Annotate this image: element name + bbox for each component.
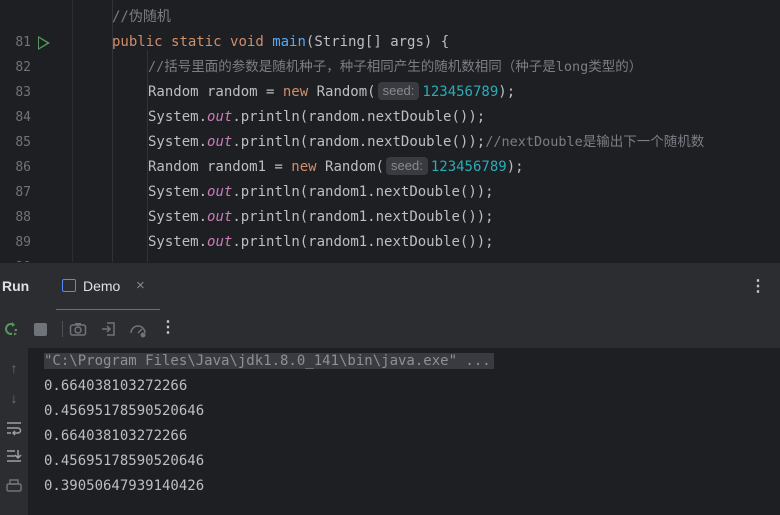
line-number: 90	[0, 255, 31, 262]
code-text: System.	[148, 209, 208, 225]
down-arrow-icon[interactable]: ↓	[4, 390, 24, 408]
code-text: Random(	[308, 84, 376, 100]
exit-icon[interactable]	[100, 320, 118, 338]
comment: //伪随机	[112, 9, 171, 25]
code-text: .println(random.nextDouble());	[232, 134, 486, 150]
up-arrow-icon[interactable]: ↑	[4, 360, 24, 378]
more-options-icon[interactable]: ⋮	[750, 276, 766, 296]
code-line: 87 Random random1 = new Random(seed: 1234…	[0, 155, 780, 200]
statement: System.out.println(random1.nextDouble())…	[148, 230, 494, 255]
code-text: System.	[148, 109, 208, 125]
code-text: .println(random.nextDouble());	[232, 109, 486, 125]
method-name: main	[272, 34, 306, 50]
code-text: );	[498, 84, 516, 100]
code-line: 83 //括号里面的参数是随机种子，种子相同产生的随机数相同（种子是long类型…	[0, 55, 780, 100]
code-text: .println(random1.nextDouble());	[232, 184, 494, 200]
print-icon[interactable]	[4, 478, 24, 496]
soft-wrap-icon[interactable]	[4, 420, 24, 438]
code-text: );	[506, 159, 524, 175]
parameter-hint: seed:	[386, 157, 428, 175]
statement: Random random1 = new Random(seed: 1234567…	[148, 155, 524, 180]
keyword: new	[282, 84, 309, 100]
camera-icon[interactable]	[69, 320, 87, 338]
console-output-line: 0.45695178590520646	[44, 453, 205, 469]
statement: System.out.println(random1.nextDouble())…	[148, 205, 494, 230]
code-text: Random random1 =	[148, 159, 292, 175]
code-text: Random(	[316, 159, 385, 175]
method-signature: (String[] args) {	[305, 34, 450, 50]
toolbar-separator	[62, 321, 63, 337]
number-literal: 123456789	[430, 159, 507, 175]
code-editor[interactable]: 81 //伪随机 82 public static void main(Stri…	[0, 0, 780, 262]
static-field: out	[207, 109, 233, 125]
statement: System.out.println(random.nextDouble());…	[148, 130, 704, 155]
settings-icon[interactable]	[129, 320, 147, 338]
statement: Random random = new Random(seed: 12345678…	[148, 80, 515, 105]
code-line: 85 System.out.println(random.nextDouble(…	[0, 105, 780, 150]
number-literal: 123456789	[422, 84, 499, 100]
comment: //nextDouble是输出下一个随机数	[485, 134, 705, 150]
tab-label: Demo	[83, 278, 121, 294]
code-line: 90 System.out.println(random1.nextDouble…	[0, 230, 780, 262]
keyword: public	[112, 34, 163, 50]
code-line: 81 //伪随机	[0, 5, 780, 50]
keyword: new	[291, 159, 317, 175]
console-output-line: 0.664038103272266	[44, 378, 188, 394]
rerun-icon[interactable]	[2, 320, 20, 338]
console-tab-icon	[62, 279, 76, 292]
console-output-line: 0.39050647939140426	[44, 478, 205, 494]
run-panel-title: Run	[2, 278, 30, 294]
console-side-toolbar: ↑ ↓	[0, 348, 28, 515]
comment: //括号里面的参数是随机种子，种子相同产生的随机数相同（种子是long类型的）	[148, 59, 643, 75]
code-text: .println(random1.nextDouble());	[232, 209, 494, 225]
statement: System.out.println(random1.nextDouble())…	[148, 180, 494, 205]
scroll-to-end-icon[interactable]	[4, 448, 24, 466]
console-output[interactable]: "C:\Program Files\Java\jdk1.8.0_141\bin\…	[28, 348, 780, 515]
static-field: out	[207, 209, 233, 225]
static-field: out	[207, 184, 233, 200]
close-icon[interactable]: ×	[136, 277, 145, 294]
static-field: out	[207, 234, 233, 250]
console-output-line: 0.664038103272266	[44, 428, 188, 444]
code-line: 86 System.out.println(random.nextDouble(…	[0, 130, 780, 175]
code-text: System.	[148, 184, 208, 200]
code-line: 88 System.out.println(random1.nextDouble…	[0, 180, 780, 225]
command-text: "C:\Program Files\Java\jdk1.8.0_141\bin\…	[44, 353, 494, 369]
code-line: 89 System.out.println(random1.nextDouble…	[0, 205, 780, 250]
code-text: .println(random1.nextDouble());	[232, 234, 494, 250]
keyword: static	[171, 34, 222, 50]
console-command-line: "C:\Program Files\Java\jdk1.8.0_141\bin\…	[44, 349, 494, 374]
statement: System.out.println(random.nextDouble());	[148, 105, 485, 130]
more-options-icon[interactable]: ⋮	[160, 317, 178, 336]
code-text: System.	[148, 234, 208, 250]
run-panel-header: Run Demo × ⋮	[0, 262, 780, 311]
tab-demo[interactable]: Demo ×	[56, 271, 160, 311]
static-field: out	[207, 134, 233, 150]
stop-icon[interactable]	[32, 320, 50, 338]
console-output-line: 0.45695178590520646	[44, 403, 205, 419]
code-line: 82 public static void main(String[] args…	[0, 30, 780, 75]
code-text: Random random =	[148, 84, 283, 100]
keyword: void	[230, 34, 264, 50]
run-toolbar: ⋮	[0, 310, 780, 348]
code-line: 84 Random random = new Random(seed: 12345…	[0, 80, 780, 125]
method-declaration: public static void main(String[] args) {	[112, 30, 449, 55]
run-gutter-icon[interactable]	[38, 36, 50, 50]
parameter-hint: seed:	[377, 82, 420, 100]
code-text: System.	[148, 134, 208, 150]
